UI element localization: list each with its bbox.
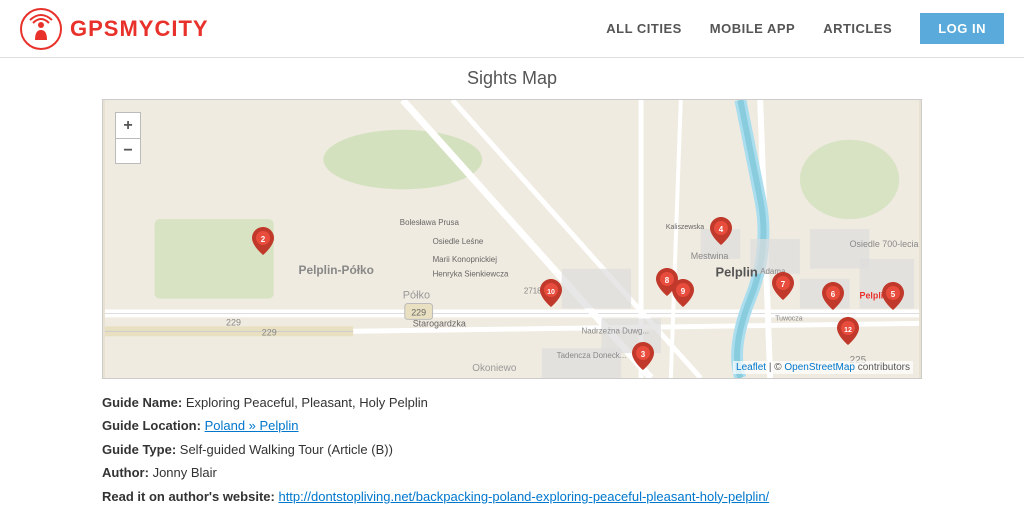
svg-text:Kaliszewska: Kaliszewska [666,224,704,231]
svg-text:Półko: Półko [403,290,430,302]
svg-text:Mestwina: Mestwina [691,251,729,261]
guide-location-row: Guide Location: Poland » Pelplin [102,414,922,437]
svg-text:Bolesława Prusa: Bolesława Prusa [400,218,460,227]
svg-text:7: 7 [781,280,786,289]
svg-text:9: 9 [681,287,686,296]
marker-5[interactable]: 5 [882,282,904,310]
map-controls: + − [115,112,141,164]
page-title: Sights Map [20,68,1004,89]
marker-6[interactable]: 6 [822,282,844,310]
svg-text:Pelplin-Półko: Pelplin-Półko [299,263,374,277]
logo-icon [20,8,62,50]
marker-7[interactable]: 7 [772,272,794,300]
osm-link[interactable]: OpenStreetMap [784,362,855,373]
guide-location-label: Guide Location: [102,418,201,433]
svg-text:2: 2 [261,235,266,244]
nav-all-cities[interactable]: ALL CITIES [606,21,682,36]
svg-text:229: 229 [411,307,426,317]
marker-10[interactable]: 10 [540,279,562,307]
guide-info: Guide Name: Exploring Peaceful, Pleasant… [102,391,922,508]
nav-articles[interactable]: ARTICLES [823,21,892,36]
guide-name-row: Guide Name: Exploring Peaceful, Pleasant… [102,391,922,414]
svg-text:Tuwocza: Tuwocza [775,315,803,322]
guide-author-label: Author: [102,465,149,480]
map-attribution: Leaflet | © OpenStreetMap contributors [733,361,913,374]
svg-text:6: 6 [831,290,836,299]
nav-mobile-app[interactable]: MOBILE APP [710,21,795,36]
map-container: Starogardzka 2718G 229 229 Bolesława Pru… [102,99,922,379]
logo-text: GPSMYCITY [70,16,209,42]
svg-text:10: 10 [547,289,555,296]
svg-text:Henryka Sienkiewcza: Henryka Sienkiewcza [433,270,509,279]
zoom-out-button[interactable]: − [115,138,141,164]
login-button[interactable]: LOG IN [920,13,1004,44]
main-nav: ALL CITIES MOBILE APP ARTICLES LOG IN [606,13,1004,44]
guide-name-value: Exploring Peaceful, Pleasant, Holy Pelpl… [186,395,428,410]
header: GPSMYCITY ALL CITIES MOBILE APP ARTICLES… [0,0,1024,58]
marker-12[interactable]: 12 [837,317,859,345]
leaflet-link[interactable]: Leaflet [736,362,766,373]
svg-text:229: 229 [262,327,277,337]
svg-text:Osiedle 700-lecia: Osiedle 700-lecia [850,239,919,249]
svg-text:Pelplin: Pelplin [716,265,758,280]
guide-author-row: Author: Jonny Blair [102,461,922,484]
marker-2[interactable]: 2 [252,227,274,255]
svg-text:8: 8 [665,276,670,285]
guide-type-row: Guide Type: Self-guided Walking Tour (Ar… [102,438,922,461]
guide-name-label: Guide Name: [102,395,182,410]
guide-type-value: Self-guided Walking Tour (Article (B)) [180,442,393,457]
marker-3[interactable]: 3 [632,342,654,370]
svg-text:5: 5 [891,290,896,299]
svg-text:Tadencza Doneck...: Tadencza Doneck... [557,351,627,360]
guide-website-row: Read it on author's website: http://dont… [102,485,922,508]
logo-area: GPSMYCITY [20,8,209,50]
svg-text:Marii Konopnickiej: Marii Konopnickiej [433,255,498,264]
svg-text:Osiedle Leśne: Osiedle Leśne [433,237,484,246]
marker-4[interactable]: 4 [710,217,732,245]
marker-9[interactable]: 9 [672,279,694,307]
map-background: Starogardzka 2718G 229 229 Bolesława Pru… [103,100,921,378]
guide-author-value: Jonny Blair [153,465,217,480]
guide-location-link[interactable]: Poland » Pelplin [205,418,299,433]
svg-text:Okoniewo: Okoniewo [472,363,517,374]
svg-text:Nadrzeżna Duwg...: Nadrzeżna Duwg... [582,326,650,335]
guide-type-label: Guide Type: [102,442,176,457]
zoom-in-button[interactable]: + [115,112,141,138]
guide-website-link[interactable]: http://dontstopliving.net/backpacking-po… [278,489,769,504]
svg-text:4: 4 [719,225,724,234]
svg-text:12: 12 [844,327,852,334]
svg-text:3: 3 [641,350,646,359]
svg-text:229: 229 [226,317,241,327]
guide-website-label: Read it on author's website: [102,489,275,504]
main-content: Sights Map [0,58,1024,528]
